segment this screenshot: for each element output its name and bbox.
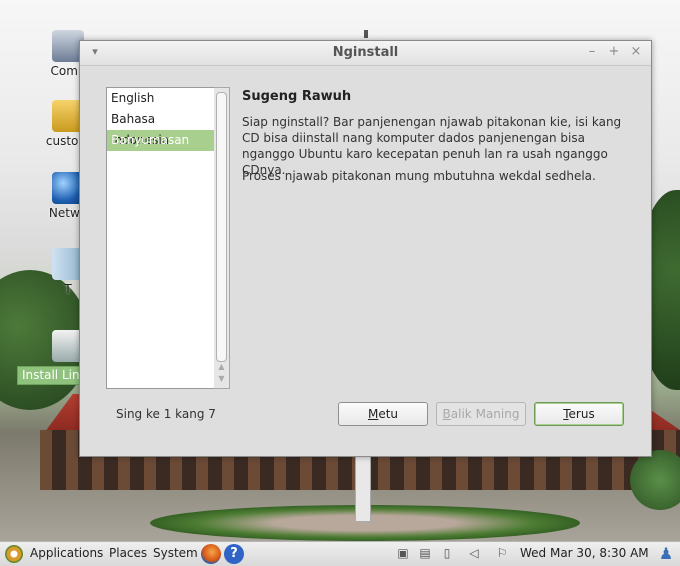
- scroll-down-arrow-icon[interactable]: ▼: [214, 374, 229, 383]
- maximize-icon[interactable]: +: [607, 45, 621, 59]
- language-item-banyumasan[interactable]: Banyumasan: [107, 130, 215, 151]
- notification-tray-icon[interactable]: ▤: [418, 546, 432, 561]
- quit-mnemonic: M: [367, 407, 379, 421]
- firefox-launcher-icon[interactable]: [201, 544, 221, 564]
- scrollbar-thumb[interactable]: [216, 92, 227, 362]
- pillar: [355, 455, 371, 522]
- places-menu[interactable]: Places: [109, 546, 147, 560]
- forward-button[interactable]: Terus: [534, 402, 624, 426]
- quit-label: etu: [378, 407, 399, 421]
- user-switch-icon[interactable]: ♟: [657, 544, 675, 564]
- tree: [630, 450, 680, 510]
- desktop-icon-label-install[interactable]: Install Lin: [17, 366, 87, 385]
- language-list[interactable]: English Bahasa Indonesia Banyumasan: [106, 87, 216, 389]
- window-titlebar[interactable]: ▾ Nginstall – + ×: [80, 41, 651, 66]
- system-menu[interactable]: System: [153, 546, 198, 560]
- back-label: alik Maning: [450, 407, 520, 421]
- back-button[interactable]: Balik Maning: [436, 402, 526, 426]
- step-indicator: Sing ke 1 kang 7: [116, 407, 216, 421]
- bottom-panel: Applications Places System ? ▣ ▤ ▯ ◁ ⚐ W…: [0, 541, 680, 566]
- language-item-english[interactable]: English: [107, 88, 215, 109]
- clock[interactable]: Wed Mar 30, 8:30 AM: [520, 546, 649, 560]
- window-title: Nginstall: [332, 45, 399, 60]
- language-list-scrollbar[interactable]: ▲ ▼: [214, 87, 230, 389]
- close-icon[interactable]: ×: [629, 45, 643, 59]
- duration-text: Proses njawab pitakonan mung mbutuhna we…: [242, 169, 596, 183]
- ubuntu-logo-icon[interactable]: [5, 545, 23, 563]
- volume-icon[interactable]: ◁: [467, 546, 481, 561]
- back-mnemonic: B: [442, 407, 451, 421]
- forward-label: erus: [568, 407, 595, 421]
- battery-icon[interactable]: ▯: [440, 546, 454, 561]
- applications-menu[interactable]: Applications: [30, 546, 103, 560]
- quit-button[interactable]: Metu: [338, 402, 428, 426]
- antenna: [364, 30, 368, 38]
- network-tray-icon[interactable]: ▣: [396, 546, 410, 561]
- help-icon[interactable]: ?: [224, 544, 244, 564]
- language-item-bahasa-indonesia[interactable]: Bahasa Indonesia: [107, 109, 215, 147]
- scroll-up-arrow-icon[interactable]: ▲: [214, 362, 229, 371]
- installer-window: ▾ Nginstall – + × English Bahasa Indones…: [79, 40, 652, 457]
- page-heading: Sugeng Rawuh: [242, 89, 352, 104]
- flag-icon[interactable]: ⚐: [495, 546, 509, 561]
- minimize-icon[interactable]: –: [585, 45, 599, 59]
